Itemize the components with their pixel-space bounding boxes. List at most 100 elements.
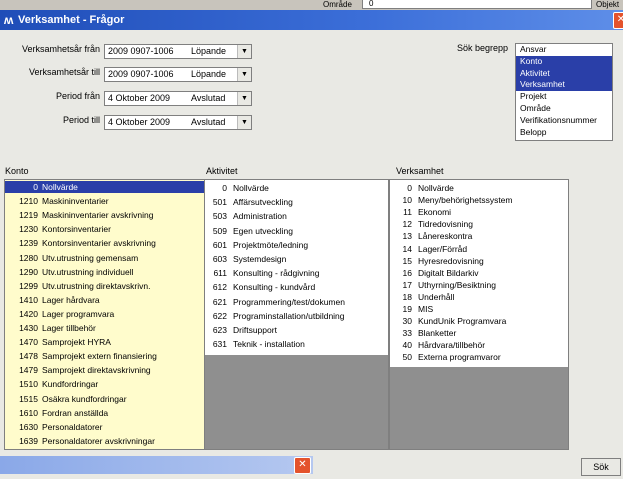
verksamhet-row[interactable]: 30 KundUnik Programvara — [390, 315, 568, 327]
konto-row[interactable]: 1630 Personaldatorer — [5, 421, 222, 433]
close-button[interactable]: ✕ — [613, 12, 623, 29]
aktivitet-row[interactable]: 622 Programinstallation/utbildning — [205, 310, 388, 322]
konto-row[interactable]: 1290 Utv.utrustning individuell — [5, 266, 222, 278]
row-code: 503 — [212, 211, 227, 222]
aktivitet-row[interactable]: 612 Konsulting - kundvård — [205, 281, 388, 293]
aktivitet-row[interactable]: 621 Programmering/test/dokumen — [205, 296, 388, 308]
aktivitet-row[interactable]: 503 Administration — [205, 210, 388, 222]
aktivitet-row[interactable]: 603 Systemdesign — [205, 253, 388, 265]
row-code: 601 — [212, 239, 227, 250]
search-term-item[interactable]: Verifikationsnummer — [516, 115, 612, 127]
verksamhetsar-till-select[interactable]: 2009 0907-1006 Löpande ▼ — [104, 67, 252, 82]
verksamhet-row[interactable]: 0 Nollvärde — [390, 182, 568, 194]
row-code: 1290 — [19, 266, 38, 277]
verksamhet-row[interactable]: 33 Blanketter — [390, 327, 568, 339]
aktivitet-row[interactable]: 623 Driftsupport — [205, 324, 388, 336]
search-term-item[interactable]: Konto — [516, 55, 612, 68]
dropdown-arrow-icon[interactable]: ▼ — [237, 45, 251, 58]
sok-begrepp-list[interactable]: Ansvar Konto Aktivitet Verksamhet Projek… — [515, 43, 613, 141]
search-term-item[interactable]: Område — [516, 103, 612, 115]
aktivitet-row[interactable]: 601 Projektmöte/ledning — [205, 239, 388, 251]
konto-row[interactable]: 1280 Utv.utrustning gemensam — [5, 252, 222, 264]
verksamhet-row[interactable]: 14 Lager/Förråd — [390, 243, 568, 255]
verksamhet-fragor-window: ʍ Verksamhet - Frågor ✕ Verksamhetsår fr… — [0, 10, 623, 479]
app-icon: ʍ — [4, 13, 14, 27]
konto-row[interactable]: 1479 Samprojekt direktavskrivning — [5, 364, 222, 376]
period-till-select[interactable]: 4 Oktober 2009 Avslutad ▼ — [104, 115, 252, 130]
konto-row[interactable]: 1515 Osäkra kundfordringar — [5, 393, 222, 405]
konto-row[interactable]: 1210 Maskininventarier — [5, 195, 222, 207]
konto-row[interactable]: 1639 Personaldatorer avskrivningar — [5, 435, 222, 447]
search-term-item[interactable]: Ansvar — [516, 44, 612, 56]
row-code: 509 — [212, 225, 227, 236]
row-name: Digitalt Bildarkiv — [418, 267, 479, 278]
konto-row[interactable]: 1219 Maskininventarier avskrivning — [5, 209, 222, 221]
row-code: 19 — [402, 304, 412, 314]
verksamhet-row[interactable]: 50 Externa programvaror — [390, 351, 568, 363]
konto-row[interactable]: 1230 Kontorsinventarier — [5, 223, 222, 235]
verksamhet-row[interactable]: 40 Hårdvara/tillbehör — [390, 339, 568, 351]
row-code: 10 — [402, 195, 412, 206]
konto-row[interactable]: 1470 Samprojekt HYRA — [5, 336, 222, 348]
title-bar[interactable]: ʍ Verksamhet - Frågor ✕ — [0, 10, 623, 30]
row-name: Lager/Förråd — [418, 243, 468, 254]
konto-row[interactable]: 1239 Kontorsinventarier avskrivning — [5, 237, 222, 249]
search-term-item[interactable]: Verksamhet — [516, 79, 612, 92]
konto-row[interactable]: 1410 Lager hårdvara — [5, 294, 222, 306]
row-code: 1510 — [19, 379, 38, 390]
konto-row[interactable]: 1510 Kundfordringar — [5, 378, 222, 390]
verksamhet-row[interactable]: 10 Meny/behörighetssystem — [390, 194, 568, 206]
verksamhet-list[interactable]: 0 Nollvärde 10 Meny/behörighetssystem 11 Ekon… — [389, 179, 569, 450]
sok-button[interactable]: Sök — [581, 458, 621, 476]
konto-row[interactable]: 1299 Utv.utrustning direktavskrivn. — [5, 280, 222, 292]
konto-row[interactable]: 1430 Lager tillbehör — [5, 322, 222, 334]
row-name: Kontorsinventarier — [42, 224, 111, 235]
row-name: Projektmöte/ledning — [233, 239, 309, 250]
verksamhet-row[interactable]: 17 Uthyrning/Besiktning — [390, 279, 568, 291]
aktivitet-row[interactable]: 611 Konsulting - rådgivning — [205, 267, 388, 279]
row-code: 622 — [212, 310, 227, 321]
row-name: Maskininventarier — [42, 196, 109, 207]
search-term-item[interactable]: Aktivitet — [516, 67, 612, 80]
search-term-item[interactable]: Projekt — [516, 91, 612, 103]
konto-list[interactable]: 0 Nollvärde 1210 Maskininventarier 1219 Maski… — [4, 179, 223, 450]
aktivitet-row[interactable]: 509 Egen utveckling — [205, 225, 388, 237]
row-code: 50 — [402, 352, 412, 363]
verksamhet-row[interactable]: 11 Ekonomi — [390, 206, 568, 218]
konto-row[interactable]: 1478 Samprojekt extern finansiering — [5, 350, 222, 362]
row-name: Meny/behörighetssystem — [418, 195, 513, 206]
row-name: MIS — [418, 304, 434, 314]
aktivitet-row[interactable]: 631 Teknik - installation — [205, 338, 388, 350]
search-term-item[interactable]: Belopp — [516, 127, 612, 139]
verksamhetsar-fran-select[interactable]: 2009 0907-1006 Löpande ▼ — [104, 44, 252, 59]
filter-label-period-till: Period till — [62, 115, 100, 125]
dropdown-arrow-icon[interactable]: ▼ — [237, 68, 251, 81]
verksamhet-row[interactable]: 18 Underhåll — [390, 291, 568, 303]
omrade-field[interactable]: 0 — [362, 0, 592, 9]
secondary-close-button[interactable]: ✕ — [294, 457, 311, 474]
aktivitet-row[interactable]: 501 Affärsutveckling — [205, 196, 388, 208]
aktivitet-list[interactable]: 0 Nollvärde 501 Affärsutveckling 503 Administ… — [204, 179, 389, 450]
konto-row[interactable]: 1610 Fordran anställda — [5, 407, 222, 419]
row-name: Kontorsinventarier avskrivning — [42, 238, 156, 249]
verksamhet-row[interactable]: 13 Lånereskontra — [390, 230, 568, 242]
aktivitet-row[interactable]: 0 Nollvärde — [205, 182, 388, 194]
konto-row[interactable]: 1420 Lager programvara — [5, 308, 222, 320]
dropdown-arrow-icon[interactable]: ▼ — [237, 116, 251, 129]
row-name: Utv.utrustning individuell — [42, 266, 134, 277]
filter-label-verksamhetsar-fran: Verksamhetsår från — [21, 44, 100, 54]
row-name: Teknik - installation — [233, 339, 305, 350]
verksamhet-row[interactable]: 12 Tidredovisning — [390, 218, 568, 230]
secondary-title-bar[interactable]: ✕ — [0, 456, 313, 474]
row-name: Fordran anställda — [42, 407, 109, 418]
dropdown-arrow-icon[interactable]: ▼ — [237, 92, 251, 105]
verksamhet-row[interactable]: 16 Digitalt Bildarkiv — [390, 267, 568, 279]
period-fran-select[interactable]: 4 Oktober 2009 Avslutad ▼ — [104, 91, 252, 106]
verksamhet-row[interactable]: 15 Hyresredovisning — [390, 255, 568, 267]
row-name: Konsulting - kundvård — [233, 282, 316, 293]
konto-row[interactable]: 0 Nollvärde — [5, 181, 222, 193]
verksamhet-row[interactable]: 19 MIS — [390, 303, 568, 315]
row-name: Uthyrning/Besiktning — [418, 279, 496, 290]
row-code: 1430 — [19, 323, 38, 333]
row-name: Tidredovisning — [418, 219, 473, 230]
